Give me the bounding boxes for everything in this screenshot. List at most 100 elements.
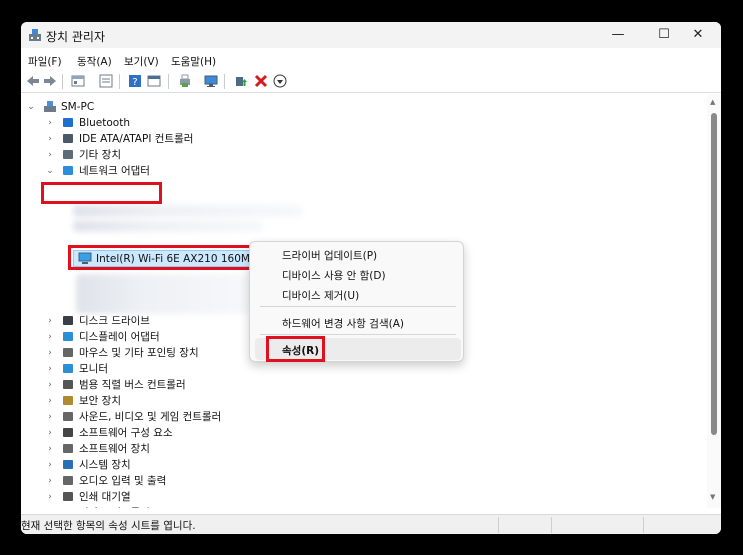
- chevron-right-icon[interactable]: ›: [45, 442, 55, 456]
- disk-drive-icon: [63, 316, 73, 325]
- chevron-right-icon[interactable]: ›: [45, 116, 55, 130]
- tree-item-label: 저장소 컨트롤러: [79, 506, 150, 508]
- menu-help[interactable]: 도움말(H): [171, 54, 216, 69]
- ctx-scan-hardware[interactable]: 하드웨어 변경 사항 검색(A): [282, 316, 404, 331]
- tree-item[interactable]: › 오디오 입력 및 출력: [21, 473, 701, 489]
- other-devices-icon: [63, 150, 73, 159]
- title-bar: 장치 관리자 — ☐ ✕: [21, 22, 721, 48]
- pc-icon: [44, 101, 56, 112]
- chevron-right-icon[interactable]: ›: [45, 458, 55, 472]
- audio-io-icon: [63, 476, 73, 485]
- menu-view[interactable]: 보기(V): [124, 54, 159, 69]
- tree-item[interactable]: › 사운드, 비디오 및 게임 컨트롤러: [21, 409, 701, 425]
- tree-item-label: IDE ATA/ATAPI 컨트롤러: [79, 133, 194, 145]
- blurred-adapter-entries: [76, 274, 251, 314]
- ctx-update-driver[interactable]: 드라이버 업데이트(P): [282, 248, 377, 263]
- tree-item[interactable]: › 범용 직렬 버스 컨트롤러: [21, 377, 701, 393]
- storage-controller-icon: [61, 506, 75, 508]
- minimize-button[interactable]: —: [595, 22, 641, 48]
- tree-item[interactable]: ⌄ 네트워크 어댑터: [21, 163, 701, 179]
- menu-bar: 파일(F) 동작(A) 보기(V) 도움말(H): [21, 52, 721, 70]
- monitor-icon: [63, 364, 73, 373]
- tree-item[interactable]: › Bluetooth: [21, 115, 701, 131]
- disable-device-icon[interactable]: [273, 74, 287, 88]
- scroll-thumb[interactable]: [711, 113, 717, 435]
- tree-item[interactable]: › 인쇄 대기열: [21, 489, 701, 505]
- menu-file[interactable]: 파일(F): [28, 54, 62, 69]
- ctx-uninstall-device[interactable]: 디바이스 제거(U): [282, 288, 359, 303]
- scroll-up-icon[interactable]: ▲: [710, 98, 715, 106]
- ide-controller-icon: [63, 134, 73, 143]
- chevron-right-icon[interactable]: ›: [45, 474, 55, 488]
- chevron-right-icon[interactable]: ›: [45, 426, 55, 440]
- highlight-network-adapter: [41, 182, 162, 204]
- device-manager-icon: [29, 29, 41, 41]
- tree-item-label: 모니터: [79, 363, 108, 375]
- chevron-right-icon[interactable]: ›: [45, 148, 55, 162]
- svg-text:?: ?: [132, 77, 137, 88]
- scan-hardware-monitor-icon[interactable]: [204, 74, 218, 88]
- tree-item-label: 네트워크 어댑터: [79, 165, 150, 177]
- ctx-disable-device[interactable]: 디바이스 사용 안 함(D): [282, 268, 386, 283]
- tree-item-label: 디스크 드라이브: [79, 315, 150, 327]
- chevron-right-icon[interactable]: ›: [45, 490, 55, 504]
- tree-root[interactable]: ⌄ SM-PC: [21, 99, 701, 115]
- chevron-right-icon[interactable]: ›: [45, 394, 55, 408]
- tree-item[interactable]: › 저장소 컨트롤러: [21, 505, 701, 508]
- chevron-down-icon[interactable]: ⌄: [26, 100, 36, 114]
- properties-window-icon[interactable]: [99, 74, 113, 88]
- tree-item[interactable]: › 시스템 장치: [21, 457, 701, 473]
- tree-item-label: 디스플레이 어댑터: [79, 331, 160, 343]
- tree-item[interactable]: › 기타 장치: [21, 147, 701, 163]
- security-device-icon: [63, 396, 73, 405]
- tree-item[interactable]: › 소프트웨어 장치: [21, 441, 701, 457]
- tree-root-label: SM-PC: [61, 101, 95, 113]
- tree-item-label: 사운드, 비디오 및 게임 컨트롤러: [79, 411, 222, 423]
- vertical-scrollbar[interactable]: ▲ ▼: [707, 94, 721, 508]
- window-title: 장치 관리자: [46, 30, 106, 44]
- tree-item-label: 소프트웨어 장치: [79, 443, 150, 455]
- menu-action[interactable]: 동작(A): [77, 54, 112, 69]
- status-bar: 현재 선택한 항목의 속성 시트를 엽니다.: [21, 514, 721, 534]
- tree-item-label: Bluetooth: [79, 117, 130, 129]
- software-device-icon: [63, 444, 73, 453]
- network-adapter-icon: [63, 166, 73, 175]
- scroll-down-icon[interactable]: ▼: [710, 493, 715, 501]
- tree-item[interactable]: › 소프트웨어 구성 요소: [21, 425, 701, 441]
- chevron-right-icon[interactable]: ›: [45, 330, 55, 344]
- tree-item[interactable]: › 보안 장치: [21, 393, 701, 409]
- forward-arrow-icon[interactable]: [43, 74, 57, 88]
- tree-item[interactable]: › IDE ATA/ATAPI 컨트롤러: [21, 131, 701, 147]
- tree-item-label: 보안 장치: [79, 395, 121, 407]
- tree-item-label: 시스템 장치: [79, 459, 131, 471]
- tree-item-label: 인쇄 대기열: [79, 491, 131, 503]
- tree-item-label: 소프트웨어 구성 요소: [79, 427, 173, 439]
- blurred-adapter-entries: [73, 220, 263, 232]
- highlight-selected-adapter: [68, 245, 254, 270]
- show-hide-console-tree-icon[interactable]: [71, 74, 85, 88]
- chevron-right-icon[interactable]: ›: [45, 314, 55, 328]
- tree-item-label: 오디오 입력 및 출력: [79, 475, 167, 487]
- chevron-right-icon[interactable]: ›: [45, 378, 55, 392]
- display-adapter-icon: [63, 332, 73, 341]
- bluetooth-icon: [63, 118, 73, 127]
- update-driver-icon[interactable]: [234, 74, 248, 88]
- print-icon[interactable]: [178, 74, 192, 88]
- view-details-icon[interactable]: [147, 74, 161, 88]
- back-arrow-icon[interactable]: [26, 74, 40, 88]
- help-icon[interactable]: ?: [128, 74, 142, 88]
- close-button[interactable]: ✕: [675, 22, 721, 48]
- uninstall-x-icon[interactable]: [254, 74, 268, 88]
- chevron-right-icon[interactable]: ›: [45, 362, 55, 376]
- status-text: 현재 선택한 항목의 속성 시트를 엽니다.: [21, 520, 196, 532]
- highlight-properties: [266, 336, 325, 362]
- tree-item[interactable]: › 모니터: [21, 361, 701, 377]
- software-component-icon: [63, 428, 73, 437]
- printer-icon: [63, 492, 73, 501]
- chevron-right-icon[interactable]: ›: [45, 506, 55, 508]
- chevron-right-icon[interactable]: ›: [45, 346, 55, 360]
- usb-icon: [63, 380, 73, 389]
- chevron-down-icon[interactable]: ⌄: [45, 164, 55, 178]
- chevron-right-icon[interactable]: ›: [45, 132, 55, 146]
- chevron-right-icon[interactable]: ›: [45, 410, 55, 424]
